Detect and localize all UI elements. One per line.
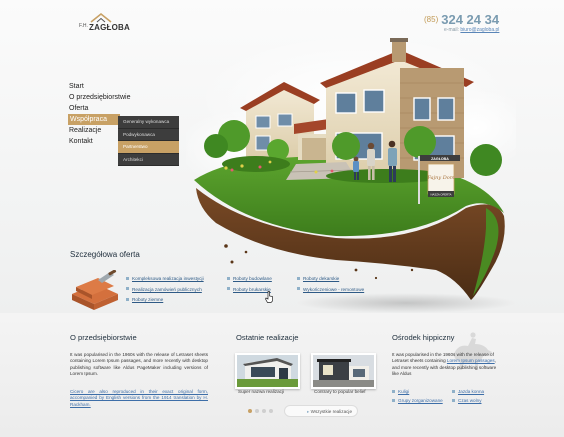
submenu-item-general-contractor[interactable]: Generalny wykonawca	[118, 116, 179, 129]
company-paragraph: It was popularised in the 1960s with the…	[70, 352, 208, 376]
arrow-right-icon: ▸	[307, 409, 310, 414]
carousel-dot[interactable]	[262, 409, 266, 413]
modern-house-image	[237, 355, 298, 387]
riding-link[interactable]: Kuligi	[392, 389, 409, 394]
phone-value: 324 24 34	[441, 12, 500, 27]
carousel-dot[interactable]	[255, 409, 259, 413]
bullet-icon	[126, 287, 129, 290]
offer-column-3: Roboty dekarskie Wykończeniowe - remonto…	[297, 274, 364, 295]
sign-brand: ZAGŁOBA	[431, 157, 449, 161]
submenu-item-architects[interactable]: Architekci	[118, 154, 179, 166]
riding-paragraph: It was popularised in the 1960s with the…	[392, 352, 497, 376]
bullet-icon	[452, 389, 455, 393]
email-link[interactable]: biuro@zagloba.pl	[460, 27, 499, 33]
offer-link[interactable]: Kompleksowa realizacja inwestycji	[126, 274, 204, 285]
bullet-icon	[126, 276, 129, 280]
logo[interactable]: F.H. ZAGŁOBA	[79, 12, 130, 34]
sign-script: Fajny Dom	[426, 175, 454, 181]
logo-prefix: F.H.	[79, 23, 88, 29]
nav-item-company[interactable]: O przedsiębiorstwie	[68, 92, 188, 103]
all-projects-button[interactable]: ▸ Wszystkie realizacje	[284, 405, 358, 417]
riding-link[interactable]: Grupy zorganizowane	[392, 398, 443, 403]
nav-item-offer[interactable]: Oferta	[68, 103, 188, 114]
carousel-dot[interactable]	[269, 409, 273, 413]
bullet-icon	[392, 389, 395, 393]
company-link-paragraph[interactable]: Cicero are also reproduced in their exac…	[70, 389, 208, 408]
bricks-trowel-icon	[72, 270, 118, 310]
roof-logo-icon	[90, 12, 112, 23]
bullet-icon	[452, 398, 455, 402]
project-thumbnail[interactable]	[235, 353, 300, 389]
all-projects-label: Wszystkie realizacje	[310, 409, 352, 414]
project-caption[interactable]: Contrary to popular belief	[314, 389, 366, 394]
phone-prefix: (85)	[424, 15, 439, 24]
nav-item-cooperation[interactable]: Współpraca	[68, 114, 120, 125]
bullet-icon	[227, 276, 230, 280]
hero-house-illustration: ZAGŁOBA Fajny Dom NASZA OFERTA	[186, 38, 516, 313]
sign-footer: NASZA OFERTA	[430, 193, 451, 197]
offer-link[interactable]: Roboty dekarskie	[297, 274, 364, 285]
email-line: e-mail: biuro@zagloba.pl	[444, 27, 499, 33]
riding-title: Ośrodek hippiczny	[392, 333, 455, 342]
riding-inline-link[interactable]: Lorem Ipsum passages	[447, 358, 495, 363]
project-caption[interactable]: Super nazwa realizacji	[238, 389, 284, 394]
bullet-icon	[297, 287, 300, 290]
modern-house-image	[313, 355, 374, 387]
bullet-icon	[227, 287, 230, 290]
company-title: O przedsiębiorstwie	[70, 333, 137, 342]
carousel-dot[interactable]	[248, 409, 252, 413]
nav-item-start[interactable]: Start	[68, 81, 188, 92]
riding-link[interactable]: Czas wolny	[452, 398, 482, 403]
logo-name: ZAGŁOBA	[89, 23, 130, 32]
phone-number: (85) 324 24 34	[424, 12, 499, 27]
project-thumbnail[interactable]	[311, 353, 376, 389]
submenu-item-partnership[interactable]: Partnerstwo	[118, 141, 179, 154]
offer-link[interactable]: Realizacja zamówień publicznych	[126, 285, 204, 296]
offer-column-1: Kompleksowa realizacja inwestycji Realiz…	[126, 274, 204, 306]
riding-link[interactable]: Jazda konna	[452, 389, 484, 394]
cooperation-submenu: Generalny wykonawca Podwykonawca Partner…	[118, 116, 179, 166]
hand-cursor-icon	[265, 291, 273, 303]
bullet-icon	[392, 398, 395, 402]
submenu-item-subcontractor[interactable]: Podwykonawca	[118, 129, 179, 141]
offer-title: Szczegółowa oferta	[70, 250, 140, 259]
email-label: e-mail:	[444, 27, 460, 33]
offer-link[interactable]: Wykończeniowe - remontowe	[297, 285, 364, 296]
bullet-icon	[297, 276, 300, 280]
bullet-icon	[126, 297, 129, 301]
offer-link[interactable]: Roboty ziemne	[126, 295, 204, 306]
offer-link[interactable]: Roboty budowlane	[227, 274, 272, 285]
projects-title: Ostatnie realizacje	[236, 333, 299, 342]
